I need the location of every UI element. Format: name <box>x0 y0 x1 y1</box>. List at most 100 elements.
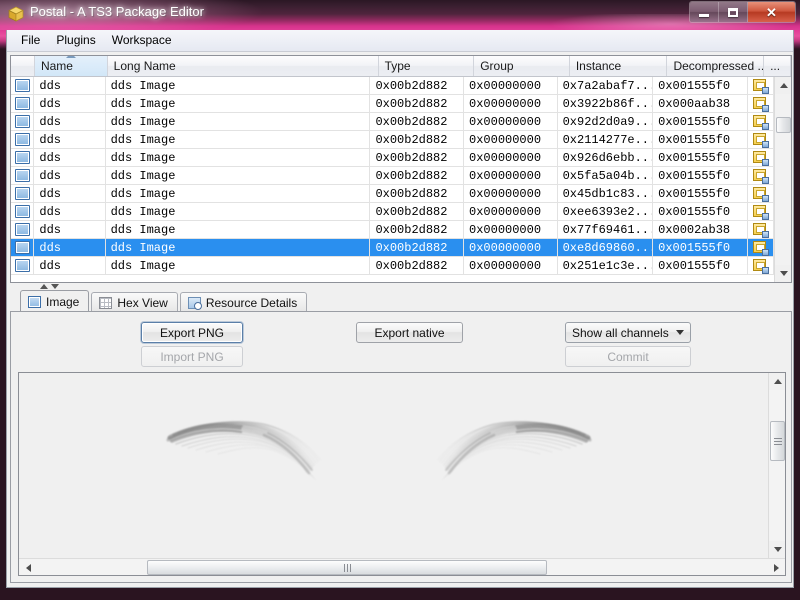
image-resource-icon <box>14 97 30 110</box>
cell-decompressed: 0x001555f0 <box>653 131 748 148</box>
column-header-label: ... <box>770 59 781 73</box>
package-export-icon <box>752 132 769 148</box>
table-row[interactable]: dds dds Image 0x00b2d882 0x00000000 0x77f694… <box>11 221 774 239</box>
resource-list-vertical-scrollbar[interactable] <box>774 77 791 282</box>
row-export-icon-cell[interactable] <box>748 113 774 130</box>
hex-grid-icon <box>99 296 113 309</box>
cell-long-name: dds Image <box>106 149 371 166</box>
tab-image[interactable]: Image <box>20 290 90 312</box>
cell-instance: 0xe8d69860... <box>558 239 654 256</box>
splitter-grip[interactable] <box>40 284 59 289</box>
preview-scroll-down-button[interactable] <box>769 541 785 558</box>
table-row[interactable]: dds dds Image 0x00b2d882 0x00000000 0x926d6e… <box>11 149 774 167</box>
maximize-button[interactable] <box>719 2 748 22</box>
scrollbar-thumb[interactable] <box>776 117 791 133</box>
column-header-name[interactable]: Name <box>34 56 108 76</box>
package-export-icon <box>752 186 769 202</box>
row-export-icon-cell[interactable] <box>748 185 774 202</box>
title-bar[interactable]: Postal - A TS3 Package Editor ✕ <box>0 0 800 36</box>
row-export-icon-cell[interactable] <box>748 167 774 184</box>
row-export-icon-cell[interactable] <box>748 149 774 166</box>
row-export-icon-cell[interactable] <box>748 131 774 148</box>
table-row[interactable]: dds dds Image 0x00b2d882 0x00000000 0x7a2aba… <box>11 77 774 95</box>
package-export-icon <box>752 204 769 220</box>
cell-instance: 0x7a2abaf7... <box>558 77 654 94</box>
export-png-button[interactable]: Export PNG <box>141 322 243 343</box>
table-row[interactable]: dds dds Image 0x00b2d882 0x00000000 0x211427… <box>11 131 774 149</box>
minimize-button[interactable] <box>690 2 719 22</box>
menu-plugins[interactable]: Plugins <box>48 31 103 50</box>
preview-scroll-left-button[interactable] <box>20 560 36 575</box>
column-header-long-name[interactable]: Long Name <box>108 56 379 76</box>
collapse-down-icon[interactable] <box>51 284 59 289</box>
table-row[interactable]: dds dds Image 0x00b2d882 0x00000000 0x45db1c… <box>11 185 774 203</box>
cell-decompressed: 0x001555f0 <box>653 257 748 274</box>
cell-instance: 0x3922b86f... <box>558 95 654 112</box>
cell-decompressed: 0x001555f0 <box>653 185 748 202</box>
row-export-icon-cell[interactable] <box>748 95 774 112</box>
column-header-icon[interactable] <box>11 56 35 76</box>
scroll-down-button[interactable] <box>775 265 791 282</box>
column-header-decompressed[interactable]: Decompressed ... <box>667 56 765 76</box>
table-row[interactable]: dds dds Image 0x00b2d882 0x00000000 0xe8d698… <box>11 239 774 257</box>
column-header-type[interactable]: Type <box>379 56 475 76</box>
preview-scroll-right-button[interactable] <box>768 560 784 575</box>
tab-resource-details[interactable]: Resource Details <box>179 292 308 312</box>
chevron-down-icon <box>773 547 782 552</box>
preview-vertical-scrollbar[interactable] <box>768 373 785 558</box>
image-resource-icon <box>14 187 30 200</box>
table-row[interactable]: dds dds Image 0x00b2d882 0x00000000 0x92d2d0… <box>11 113 774 131</box>
row-export-icon-cell[interactable] <box>748 239 774 256</box>
row-type-icon-cell <box>11 77 35 94</box>
row-type-icon-cell <box>11 167 35 184</box>
column-header-more[interactable]: ... <box>764 56 791 76</box>
cell-type: 0x00b2d882 <box>370 203 465 220</box>
table-row[interactable]: dds dds Image 0x00b2d882 0x00000000 0x3922b8… <box>11 95 774 113</box>
close-icon: ✕ <box>766 4 777 20</box>
column-header-instance[interactable]: Instance <box>570 56 668 76</box>
package-export-icon <box>752 168 769 184</box>
menu-workspace[interactable]: Workspace <box>104 31 180 50</box>
channel-select-dropdown[interactable]: Show all channels <box>565 322 691 343</box>
table-row[interactable]: dds dds Image 0x00b2d882 0x00000000 0xee6393… <box>11 203 774 221</box>
preview-vscroll-thumb[interactable] <box>770 421 785 461</box>
preview-scroll-up-button[interactable] <box>769 373 785 390</box>
scroll-up-button[interactable] <box>775 77 791 94</box>
cell-name: dds <box>34 203 106 220</box>
cell-group: 0x00000000 <box>464 185 558 202</box>
channel-select-value: Show all channels <box>572 325 669 340</box>
cell-type: 0x00b2d882 <box>370 185 465 202</box>
row-type-icon-cell <box>11 185 35 202</box>
cell-long-name: dds Image <box>106 257 371 274</box>
cell-name: dds <box>34 239 106 256</box>
preview-horizontal-scrollbar[interactable] <box>19 558 785 575</box>
row-type-icon-cell <box>11 203 35 220</box>
row-type-icon-cell <box>11 221 35 238</box>
table-row[interactable]: dds dds Image 0x00b2d882 0x00000000 0x251e1c… <box>11 257 774 275</box>
column-header-label: Name <box>40 59 73 73</box>
tab-resource-details-label: Resource Details <box>205 295 298 310</box>
close-button[interactable]: ✕ <box>748 2 795 22</box>
export-native-button[interactable]: Export native <box>356 322 463 343</box>
cell-type: 0x00b2d882 <box>370 239 465 256</box>
menu-file[interactable]: File <box>13 31 48 50</box>
image-preview-canvas[interactable] <box>19 373 770 560</box>
image-preview-container <box>18 372 786 576</box>
row-export-icon-cell[interactable] <box>748 221 774 238</box>
preview-hscroll-thumb[interactable] <box>147 560 547 575</box>
table-row[interactable]: dds dds Image 0x00b2d882 0x00000000 0x5fa5a0… <box>11 167 774 185</box>
row-export-icon-cell[interactable] <box>748 77 774 94</box>
resource-list-body[interactable]: dds dds Image 0x00b2d882 0x00000000 0x7a2aba… <box>11 77 774 282</box>
eyebrow-texture-right <box>436 420 592 481</box>
cell-instance: 0x5fa5a04b... <box>558 167 654 184</box>
column-header-group[interactable]: Group <box>474 56 570 76</box>
cell-name: dds <box>34 167 106 184</box>
row-export-icon-cell[interactable] <box>748 203 774 220</box>
row-export-icon-cell[interactable] <box>748 257 774 274</box>
resource-list: Name Long Name Type Group Instance Decompress… <box>10 55 792 283</box>
image-resource-icon <box>14 79 30 92</box>
application-window: Postal - A TS3 Package Editor ✕ File Plu… <box>0 0 800 600</box>
tab-hex-view[interactable]: Hex View <box>91 292 178 312</box>
row-type-icon-cell <box>11 149 35 166</box>
collapse-up-icon[interactable] <box>40 284 48 289</box>
